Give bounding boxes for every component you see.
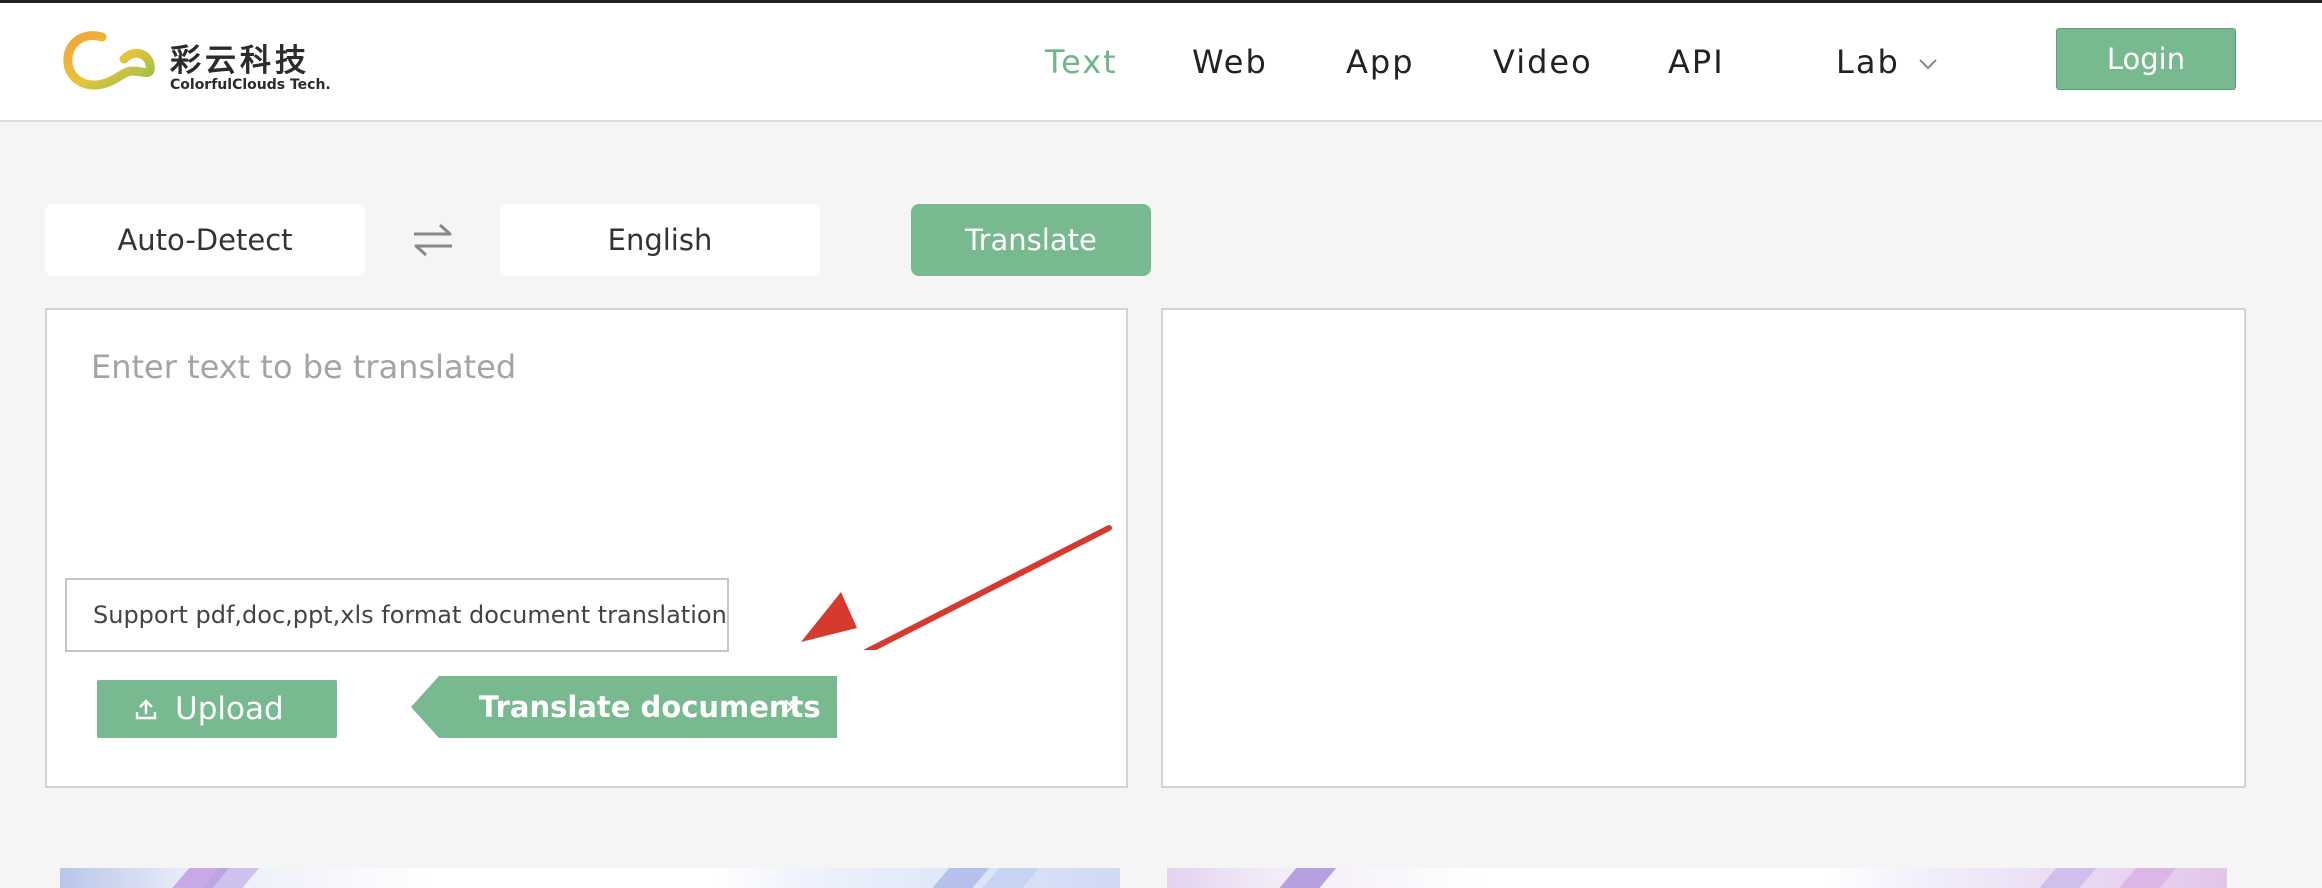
nav-item-lab-label: Lab [1836,43,1900,81]
brand-name-cn: 彩云科技 [170,43,310,79]
translation-output-panel [1161,308,2246,788]
nav-item-web[interactable]: Web [1192,43,1268,81]
promo-banner-left[interactable] [60,868,1120,888]
translate-documents-tag[interactable]: Translate documents × [411,676,837,738]
upload-button-label: Upload [175,691,284,727]
top-navbar: 彩云科技 ColorfulClouds Tech. Text Web App V… [0,0,2322,122]
swap-arrows-icon[interactable] [410,220,456,260]
close-icon[interactable]: × [781,676,803,738]
target-language-select[interactable]: English [500,204,820,276]
nav-item-video[interactable]: Video [1493,43,1593,81]
nav-item-app[interactable]: App [1346,43,1415,81]
translate-button[interactable]: Translate [911,204,1151,276]
banner-stripe [977,868,1043,888]
banner-stripe [2034,868,2100,888]
nav-item-text[interactable]: Text [1045,43,1118,81]
nav-item-api[interactable]: API [1668,43,1725,81]
brand-logo[interactable]: 彩云科技 ColorfulClouds Tech. [62,25,331,95]
brand-name-en: ColorfulClouds Tech. [170,77,331,93]
upload-icon [135,699,157,720]
document-support-tip: Support pdf,doc,ppt,xls format document … [65,578,729,652]
banner-stripe [2114,868,2180,888]
login-button[interactable]: Login [2056,28,2236,90]
source-text-panel: Support pdf,doc,ppt,xls format document … [45,308,1128,788]
cloud-logo-icon [63,31,155,90]
upload-button[interactable]: Upload [97,680,337,738]
source-text-input[interactable] [91,348,1071,548]
banner-stripe [1274,868,1340,888]
translate-documents-label: Translate documents [479,690,821,724]
nav-item-lab[interactable]: Lab [1836,43,1938,81]
promo-banner-right[interactable] [1167,868,2227,888]
chevron-down-icon [1919,59,1937,70]
source-language-select[interactable]: Auto-Detect [45,204,365,276]
banner-stripe [927,868,993,888]
